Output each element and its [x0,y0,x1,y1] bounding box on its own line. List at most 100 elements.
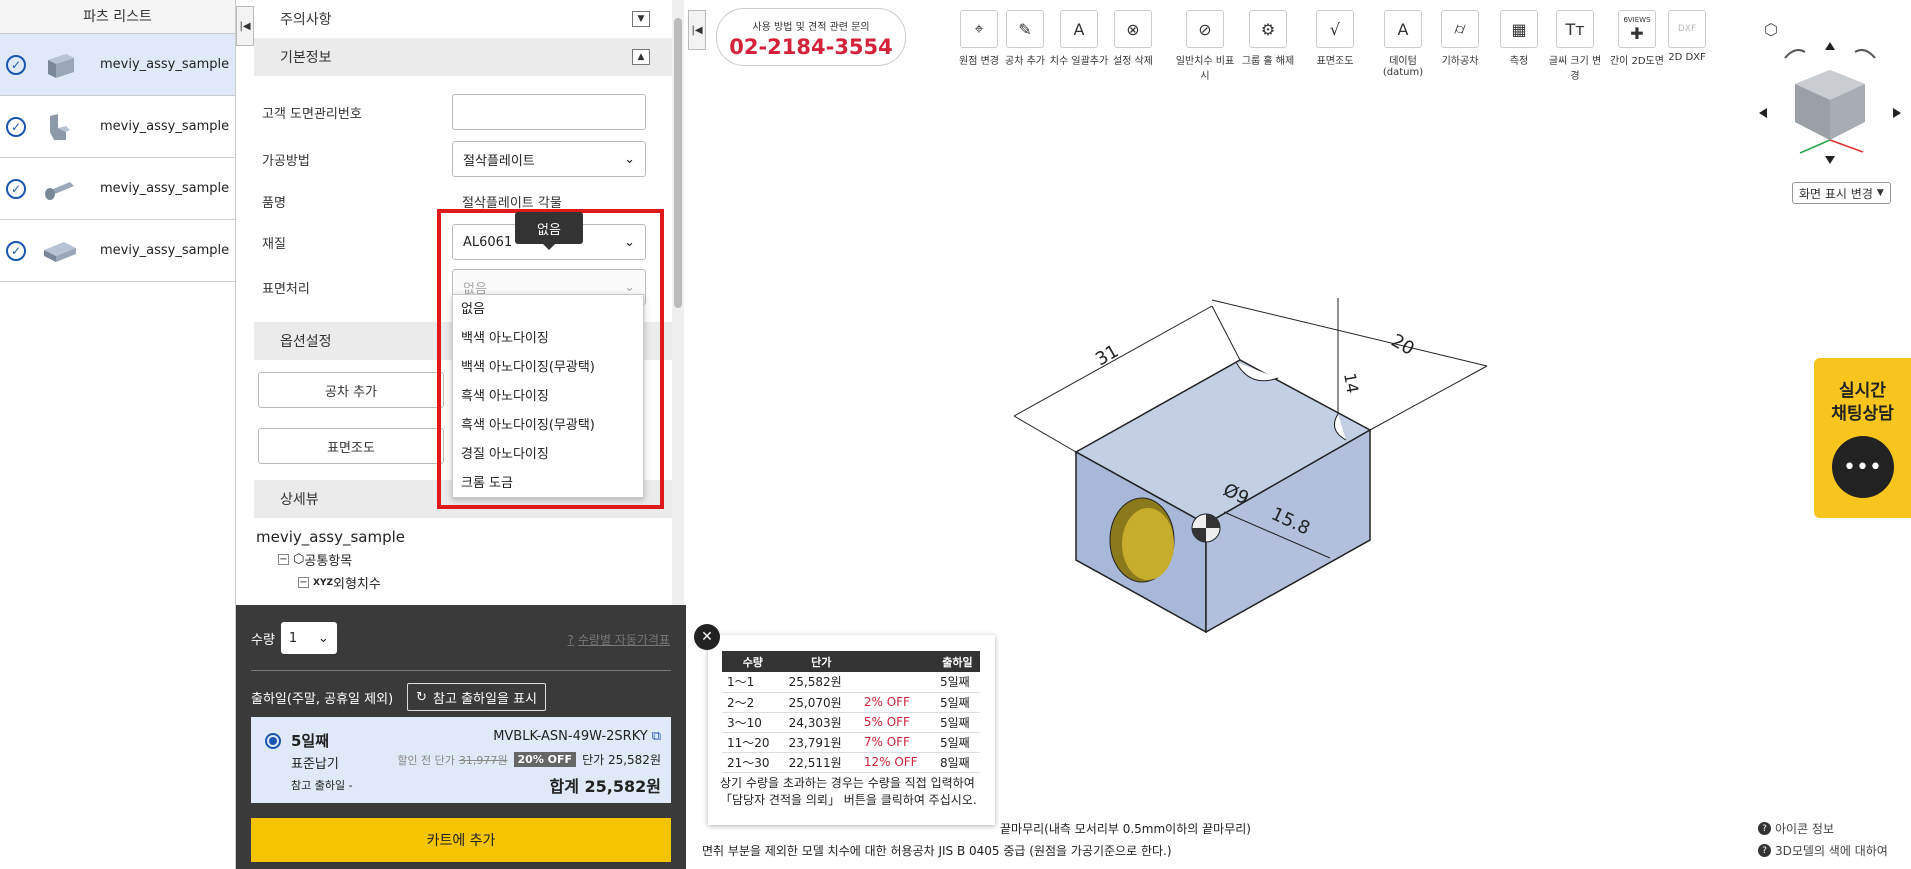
tool-label: 글씨 크기 변경 [1548,56,1602,82]
tree-minus-icon[interactable]: − [278,554,289,565]
basic-title: 기본정보 [280,50,332,66]
table-row: 11～20 23,791원 7% OFF 5일째 [722,732,980,753]
tool-label: 측정 [1509,56,1529,67]
method-label: 가공방법 [262,153,310,169]
tool-hide-dimension[interactable]: ⊘ 일반치수 비표시 [1175,10,1235,82]
part-code-row: MVBLK-ASN-49W-2SRKY ⧉ [493,729,661,744]
part-item[interactable]: ✓ meviy_assy_sample [0,158,235,220]
xyz-icon: XYZ [313,577,333,588]
collapse-panel-button[interactable]: |◀ [688,10,706,50]
qty-value: 1 [288,630,298,646]
notice-section-header[interactable]: 주의사항 ▼ [254,0,672,38]
plate-thumbnail-icon [44,241,76,262]
check-icon[interactable]: ✓ [6,116,26,137]
cell-qty: 21～30 [722,752,784,773]
dim-depth[interactable]: 20 [1388,330,1418,360]
block-thumbnail-icon [48,53,74,78]
table-row: 1～1 25,582원 5일째 [722,672,980,693]
col-header: 단가 [783,651,859,672]
auto-price-link[interactable]: ? 수량별 자동가격표 [567,631,670,648]
tolerance-add-button[interactable]: 공차 추가 [258,372,444,408]
tool-ungroup[interactable]: ⚙ 그룹 홀 해제 [1238,10,1298,67]
ship-option-card[interactable]: 5일째 표준납기 참고 출하일 - MVBLK-ASN-49W-2SRKY ⧉ … [251,717,671,803]
tree-node-outer[interactable]: − XYZ 외형치수 [256,573,686,592]
basic-section-header[interactable]: 기본정보 ▲ [254,38,672,76]
close-icon[interactable]: ✕ [694,624,720,650]
form-scroll-thumb[interactable] [674,18,682,308]
color-info-link[interactable]: ? 3D모델의 색에 대하여 [1758,842,1888,859]
font-size-icon: Tт [1556,10,1594,48]
tool-dimension-batch[interactable]: A 치수 일괄추가 [1049,10,1109,67]
price-table-popup: 수량 단가 출하일 1～1 25,582원 5일째 2～2 25,070원 2% OFF… [708,635,995,825]
view-change-button[interactable]: 화면 표시 변경 ▼ [1792,182,1891,204]
part-code: MVBLK-ASN-49W-2SRKY [493,729,648,744]
tool-2d-dxf[interactable]: DXF 2D DXF [1657,10,1717,63]
ref-ship-button[interactable]: ↻ 참고 출하일을 표시 [407,683,546,711]
copy-icon[interactable]: ⧉ [652,729,661,744]
chat-line1: 실시간 [1839,381,1886,401]
part-item[interactable]: ✓ meviy_assy_sample [0,96,235,158]
tool-tolerance-add[interactable]: ✎ 공차 추가 [995,10,1055,67]
tree-minus-icon[interactable]: − [298,577,309,588]
product-label: 품명 [262,195,286,211]
live-chat-button[interactable]: 실시간 채팅상담 ••• [1814,358,1911,518]
radio-selected[interactable] [265,733,281,749]
part-3d-model[interactable]: 31 20 14 Ø9 15.8 [1000,280,1500,640]
chevron-down-icon[interactable]: ▼ [632,11,650,27]
qty-select[interactable]: 1 ⌄ [280,622,337,654]
tool-label: 기하공차 [1441,56,1479,67]
dimension-batch-icon: A [1060,10,1098,48]
icon-info-link[interactable]: ? 아이콘 정보 [1758,820,1834,837]
cell-off [858,672,935,693]
price-table: 수량 단가 출하일 1～1 25,582원 5일째 2～2 25,070원 2% OFF… [722,651,980,773]
view-change-label: 화면 표시 변경 [1799,186,1873,201]
divider [251,670,671,671]
check-icon[interactable]: ✓ [6,178,26,199]
geometric-tolerance-icon: ⌭ [1441,10,1479,48]
part-item[interactable]: ✓ meviy_assy_sample [0,220,235,282]
unit-price: 단가 25,582원 [582,753,661,767]
tool-measure[interactable]: ▦ 측정 [1489,10,1549,67]
check-icon[interactable]: ✓ [6,54,26,75]
cell-qty: 2～2 [722,692,784,713]
chevron-up-icon[interactable]: ▲ [632,49,650,65]
tool-label: 2D DXF [1668,52,1706,63]
dim-height[interactable]: 14 [1340,371,1362,394]
tool-font-size[interactable]: Tт 글씨 크기 변경 [1545,10,1605,82]
method-select[interactable]: 절삭플레이트 ⌄ [452,141,646,177]
collapse-left-button[interactable]: |◀ [236,6,254,46]
help-icon: ? [1758,844,1771,857]
method-value: 절삭플레이트 [463,153,535,169]
material-label: 재질 [262,236,286,252]
tool-geometric-tolerance[interactable]: ⌭ 기하공차 [1430,10,1490,67]
color-info-label: 3D모델의 색에 대하여 [1775,844,1888,858]
options-title: 옵션설정 [280,334,332,350]
part-item[interactable]: ✓ meviy_assy_sample [0,34,235,96]
surface-label: 표면처리 [262,281,310,297]
tree-root[interactable]: meviy_assy_sample [256,528,686,546]
detail-tree: meviy_assy_sample − ⬡ 공통항목 − XYZ 외형치수 [236,518,686,592]
tool-surface-roughness[interactable]: √ 표면조도 [1305,10,1365,67]
cube-icon: ⬡ [293,552,305,567]
refresh-icon: ↻ [416,689,428,705]
tool-label: 데이텀 (datum) [1382,56,1424,78]
view-cube[interactable] [1755,38,1905,168]
tool-delete-setting[interactable]: ⊗ 설정 삭제 [1103,10,1163,67]
drawing-no-input[interactable] [452,94,646,130]
tool-datum[interactable]: A 데이텀 (datum) [1373,10,1433,78]
origin-change-icon: ⌖ [960,10,998,48]
home-view-icon[interactable]: ⬡ [1764,20,1778,39]
tree-node-common[interactable]: − ⬡ 공통항목 [256,550,686,569]
cell-off: 5% OFF [858,712,935,733]
check-icon[interactable]: ✓ [6,240,26,261]
chevron-down-icon: ⌄ [318,630,329,646]
roughness-button[interactable]: 표면조도 [258,428,444,464]
hide-dimension-icon: ⊘ [1186,10,1224,48]
simple-2d-icon: 6VIEWS ✚ [1618,10,1656,48]
chevron-down-icon: ⌄ [624,151,635,167]
bracket-thumbnail-icon [50,113,70,140]
footer-note-1: 끝마무리(내측 모서리부 0.5mm이하의 끝마무리) [1000,822,1251,836]
add-to-cart-button[interactable]: 카트에 추가 [251,818,671,862]
chat-line2: 채팅상담 [1831,404,1894,424]
dim-width[interactable]: 31 [1092,341,1122,371]
